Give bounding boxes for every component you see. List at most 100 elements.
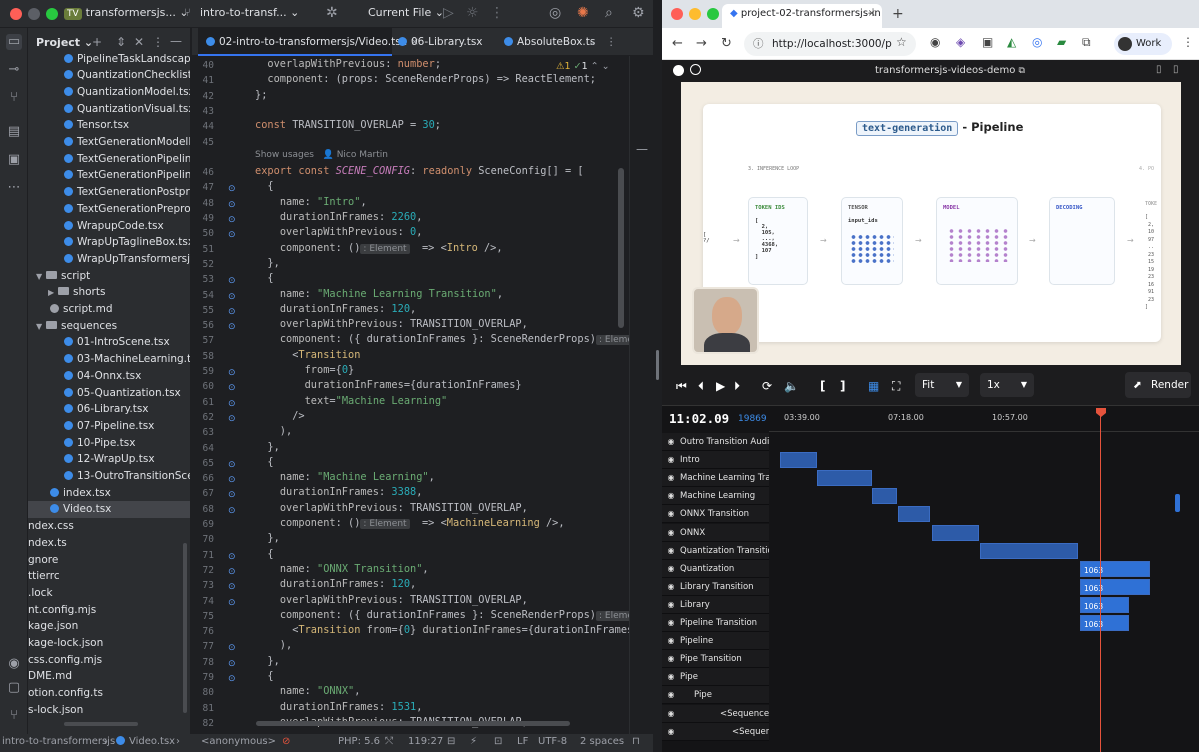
structure-icon[interactable]: ▤ bbox=[6, 124, 22, 140]
bookmark-star-icon[interactable]: ☆ bbox=[896, 35, 907, 49]
gutter-usage-icon[interactable]: ⊙ bbox=[228, 643, 238, 653]
paste-icon[interactable]: ⊡ bbox=[494, 736, 502, 747]
gutter-usage-icon[interactable]: ⊙ bbox=[228, 567, 238, 577]
eye-icon[interactable]: ◉ bbox=[662, 578, 680, 595]
options-icon[interactable]: ⋮ bbox=[152, 35, 164, 49]
tree-item[interactable]: nt.config.mjs bbox=[28, 602, 190, 619]
step-forward-icon[interactable]: ⏵ bbox=[734, 379, 740, 394]
reload-icon[interactable]: ↻ bbox=[721, 36, 732, 51]
profile-button[interactable]: Work bbox=[1114, 33, 1172, 55]
tree-item[interactable]: 04-Onnx.tsx bbox=[28, 368, 190, 385]
minimize-window-button[interactable] bbox=[689, 8, 701, 20]
eye-icon[interactable]: ◉ bbox=[662, 686, 680, 703]
gutter-usage-icon[interactable]: ⊙ bbox=[228, 598, 238, 608]
close-tab-icon[interactable]: × bbox=[868, 4, 876, 24]
toggle-left-panel-icon[interactable]: ▯ bbox=[1156, 64, 1162, 75]
sequence-bar[interactable]: 1063 bbox=[1080, 560, 1150, 577]
tree-item[interactable]: 10-Pipe.tsx bbox=[28, 435, 190, 452]
code-line[interactable]: durationInFrames: 1531, bbox=[255, 701, 423, 713]
tree-item[interactable]: PipelineTaskLandscape bbox=[28, 51, 190, 68]
checkerboard-icon[interactable]: ▦ bbox=[868, 379, 879, 393]
code-line[interactable]: }, bbox=[255, 532, 279, 544]
timeline-ruler[interactable]: 03:39.00 07:18.00 10:57.00 bbox=[769, 406, 1199, 432]
gutter-usage-icon[interactable]: ⊙ bbox=[228, 674, 238, 684]
gutter-usage-icon[interactable]: ⊙ bbox=[228, 414, 238, 424]
run-config-select[interactable]: Current File ⌄ bbox=[368, 6, 444, 19]
eye-icon[interactable]: ◉ bbox=[662, 650, 680, 667]
tree-item[interactable]: .lock bbox=[28, 585, 190, 602]
code-line[interactable]: name: "Machine Learning", bbox=[255, 471, 435, 483]
expand-all-icon[interactable]: ⇕ bbox=[116, 35, 126, 49]
collapse-all-icon[interactable]: ✕ bbox=[134, 35, 144, 49]
timeline-track[interactable]: ◉ ONNX Transition bbox=[662, 505, 769, 524]
in-point-icon[interactable]: [ bbox=[820, 379, 825, 393]
code-line[interactable]: { bbox=[255, 180, 273, 192]
debug-icon[interactable]: ☼ bbox=[466, 5, 479, 21]
timeline-scrollbar[interactable] bbox=[1175, 494, 1180, 512]
error-icon[interactable]: ⊘ bbox=[282, 736, 290, 747]
tree-item[interactable]: 13-OutroTransitionScene bbox=[28, 468, 190, 485]
new-tab-icon[interactable]: + bbox=[892, 6, 904, 22]
code-line[interactable]: name: "ONNX", bbox=[255, 685, 361, 697]
jump-to-start-icon[interactable]: ⏮ bbox=[676, 379, 687, 394]
spark-icon[interactable]: ✺ bbox=[577, 5, 589, 21]
playback-rate-select[interactable]: 1x ▼ bbox=[980, 373, 1034, 397]
sequence-bar[interactable] bbox=[872, 488, 897, 505]
git-icon[interactable]: ⑂ bbox=[6, 708, 22, 724]
gutter-usage-icon[interactable]: ⊙ bbox=[228, 184, 238, 194]
editor-scrollbar[interactable] bbox=[618, 168, 624, 328]
sequence-bar[interactable] bbox=[817, 470, 872, 487]
timeline-track[interactable]: ◉ Quantization bbox=[662, 559, 769, 578]
code-line[interactable]: component: (): Element => <Intro />, bbox=[255, 242, 503, 254]
eye-icon[interactable]: ◉ bbox=[662, 451, 680, 468]
sequence-bar[interactable] bbox=[932, 524, 979, 541]
sequence-bar[interactable] bbox=[980, 542, 1078, 559]
chevron-down-icon[interactable]: ▼ bbox=[36, 269, 46, 286]
timeline-track[interactable]: ◉ <Sequence> bbox=[662, 704, 769, 723]
eye-icon[interactable]: ◉ bbox=[662, 632, 680, 649]
pull-requests-icon[interactable]: ⑂ bbox=[6, 90, 22, 106]
code-line[interactable]: const TRANSITION_OVERLAP = 30; bbox=[255, 119, 441, 131]
sequence-bar[interactable]: 1063 bbox=[1080, 578, 1150, 595]
code-line[interactable]: }, bbox=[255, 257, 279, 269]
play-icon[interactable]: ▶ bbox=[716, 379, 725, 393]
gutter-usage-icon[interactable]: ⊙ bbox=[228, 307, 238, 317]
gutter-usage-icon[interactable]: ⊙ bbox=[228, 659, 238, 669]
tree-item[interactable]: ▶ shorts bbox=[28, 284, 190, 302]
code-line[interactable]: from={0} bbox=[255, 364, 355, 376]
gutter-usage-icon[interactable]: ⊙ bbox=[228, 322, 238, 332]
minimize-window-button[interactable] bbox=[28, 8, 40, 20]
sequence-bar[interactable] bbox=[780, 452, 817, 469]
tab-absolutebox[interactable]: AbsoluteBox.ts bbox=[504, 28, 595, 56]
chevron-right-icon[interactable]: ▶ bbox=[48, 285, 58, 302]
breadcrumb-file[interactable]: Video.tsx bbox=[116, 736, 175, 747]
tree-item[interactable]: ▼ sequences bbox=[28, 318, 190, 335]
code-line[interactable]: durationInFrames: 120, bbox=[255, 578, 416, 590]
debug-bug-icon[interactable]: ✲ bbox=[326, 5, 338, 21]
code-line[interactable]: durationInFrames: 120, bbox=[255, 303, 416, 315]
eye-icon[interactable]: ◉ bbox=[662, 433, 680, 450]
sequence-bar[interactable]: 1063 bbox=[1080, 615, 1129, 631]
gutter-usage-icon[interactable]: ⊙ bbox=[228, 276, 238, 286]
tab-06-library[interactable]: 06-Library.tsx bbox=[398, 28, 483, 56]
gutter-usage-icon[interactable]: ⊙ bbox=[228, 230, 238, 240]
timeline-track[interactable]: ◉ Pipe Transition bbox=[662, 650, 769, 669]
tree-item[interactable]: DME.md bbox=[28, 668, 190, 685]
timeline-track[interactable]: ◉ ONNX bbox=[662, 523, 769, 542]
gutter-usage-icon[interactable]: ⊙ bbox=[228, 475, 238, 485]
gutter-usage-icon[interactable]: ⊙ bbox=[228, 215, 238, 225]
close-window-button[interactable] bbox=[10, 8, 22, 20]
eye-icon[interactable]: ◉ bbox=[662, 668, 680, 685]
eye-icon[interactable]: ◉ bbox=[662, 705, 680, 722]
tree-item[interactable]: WrapUpTaglineBox.tsx bbox=[28, 234, 190, 251]
studio-menu-icon[interactable] bbox=[690, 64, 701, 75]
tree-item[interactable]: ▼ script bbox=[28, 268, 190, 286]
toggle-right-panel-icon[interactable]: ▯ bbox=[1173, 64, 1179, 75]
code-line[interactable]: }, bbox=[255, 441, 279, 453]
tree-item[interactable]: QuantizationModel.tsx bbox=[28, 84, 190, 101]
code-line[interactable]: component: (props: SceneRenderProps) => … bbox=[255, 73, 596, 85]
tree-item[interactable]: kage-lock.json bbox=[28, 635, 190, 652]
inspection-widget[interactable]: ⚠1 ✓1 ⌃ ⌄ bbox=[556, 61, 610, 72]
commit-icon[interactable]: ⊸ bbox=[6, 62, 22, 78]
browser-menu-icon[interactable]: ⋮ bbox=[1182, 35, 1194, 49]
